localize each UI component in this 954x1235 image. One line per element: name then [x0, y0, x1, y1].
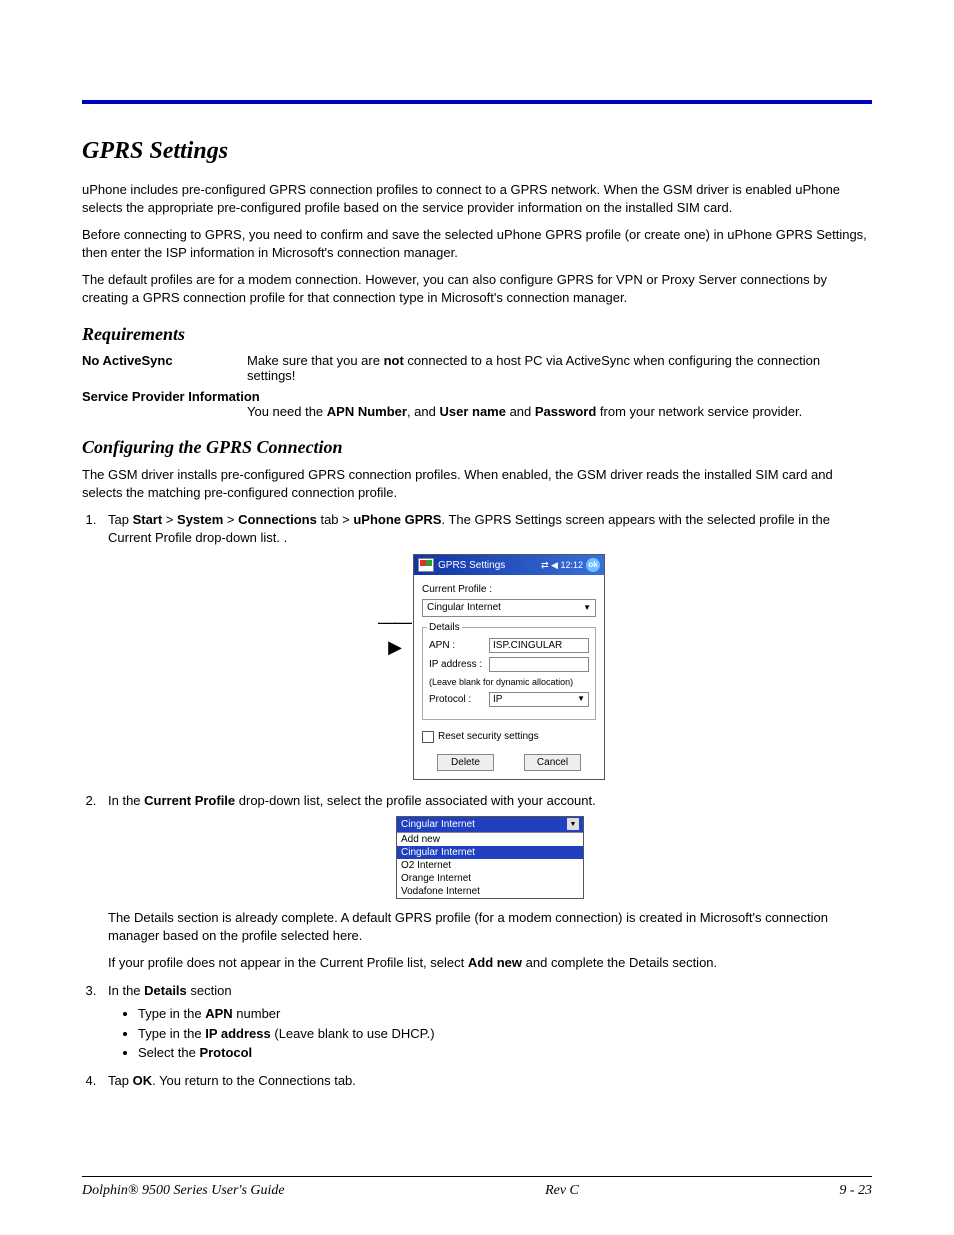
- pda-screenshot: GPRS Settings ⇄ ◀ 12:12 ok Current Profi…: [413, 554, 605, 780]
- ip-label: IP address :: [429, 658, 489, 672]
- req-body-service-provider: You need the APN Number, and User name a…: [247, 404, 872, 419]
- dropdown-option[interactable]: Add new: [397, 833, 583, 846]
- top-rule: [82, 100, 872, 104]
- dropdown-list: Add new Cingular Internet O2 Internet Or…: [397, 833, 583, 898]
- step-2: In the Current Profile drop-down list, s…: [100, 792, 872, 972]
- callout-arrow-icon: ——▶: [375, 554, 413, 659]
- heading-gprs-settings: GPRS Settings: [82, 138, 872, 165]
- figure-gprs-settings: ——▶ GPRS Settings ⇄ ◀ 12:12 ok Current P…: [108, 554, 872, 780]
- footer: Dolphin® 9500 Series User's Guide Rev C …: [82, 1183, 872, 1199]
- pda-titlebar: GPRS Settings ⇄ ◀ 12:12 ok: [414, 555, 604, 575]
- pda-status-icons: ⇄ ◀ 12:12: [541, 559, 583, 571]
- ok-button[interactable]: ok: [586, 558, 600, 572]
- heading-requirements: Requirements: [82, 324, 872, 345]
- pda-title: GPRS Settings: [438, 559, 541, 573]
- chevron-down-icon: ▼: [567, 818, 579, 830]
- cancel-button[interactable]: Cancel: [524, 754, 581, 772]
- heading-configuring: Configuring the GPRS Connection: [82, 437, 872, 458]
- current-profile-label: Current Profile :: [422, 583, 596, 597]
- requirement-no-activesync: No ActiveSync Make sure that you are not…: [82, 353, 872, 383]
- protocol-dropdown[interactable]: IP ▼: [489, 692, 589, 707]
- dropdown-option[interactable]: Vodafone Internet: [397, 885, 583, 898]
- details-fieldset: Details APN : ISP.CINGULAR IP address : …: [422, 627, 596, 720]
- req-body-no-activesync: Make sure that you are not connected to …: [247, 353, 872, 383]
- protocol-label: Protocol :: [429, 693, 489, 707]
- start-flag-icon[interactable]: [418, 558, 434, 572]
- cfg-intro: The GSM driver installs pre-configured G…: [82, 466, 872, 501]
- bullet-protocol: Select the Protocol: [138, 1044, 872, 1062]
- reset-security-row[interactable]: Reset security settings: [422, 730, 596, 744]
- reset-checkbox[interactable]: [422, 731, 434, 743]
- step-3: In the Details section Type in the APN n…: [100, 982, 872, 1062]
- step3-bullets: Type in the APN number Type in the IP ad…: [138, 1005, 872, 1062]
- dropdown-option[interactable]: O2 Internet: [397, 859, 583, 872]
- footer-right: 9 - 23: [839, 1183, 872, 1199]
- dropdown-option[interactable]: Orange Internet: [397, 872, 583, 885]
- steps-list: Tap Start > System > Connections tab > u…: [82, 511, 872, 1089]
- footer-center: Rev C: [545, 1183, 579, 1199]
- apn-label: APN :: [429, 639, 489, 653]
- requirement-service-provider: Service Provider Information You need th…: [82, 389, 872, 419]
- footer-left: Dolphin® 9500 Series User's Guide: [82, 1183, 285, 1199]
- intro-paragraph-2: Before connecting to GPRS, you need to c…: [82, 226, 872, 261]
- step-4: Tap OK. You return to the Connections ta…: [100, 1072, 872, 1090]
- page: GPRS Settings uPhone includes pre-config…: [0, 0, 954, 1235]
- bullet-apn: Type in the APN number: [138, 1005, 872, 1023]
- figure-profile-dropdown: Cingular Internet ▼ Add new Cingular Int…: [396, 816, 584, 900]
- reset-label: Reset security settings: [438, 730, 539, 744]
- step2-detail-2: If your profile does not appear in the C…: [108, 954, 872, 972]
- req-label-service-provider: Service Provider Information: [82, 389, 872, 404]
- bullet-ip: Type in the IP address (Leave blank to u…: [138, 1025, 872, 1043]
- ip-hint: (Leave blank for dynamic allocation): [429, 676, 589, 688]
- footer-rule: [82, 1176, 872, 1177]
- step-1: Tap Start > System > Connections tab > u…: [100, 511, 872, 780]
- dropdown-selected[interactable]: Cingular Internet ▼: [397, 817, 583, 834]
- step2-detail-1: The Details section is already complete.…: [108, 909, 872, 944]
- dropdown-option[interactable]: Cingular Internet: [397, 846, 583, 859]
- req-label-no-activesync: No ActiveSync: [82, 353, 247, 383]
- details-legend: Details: [427, 621, 462, 635]
- intro-paragraph-3: The default profiles are for a modem con…: [82, 271, 872, 306]
- current-profile-value: Cingular Internet: [427, 601, 501, 615]
- ip-input[interactable]: [489, 657, 589, 672]
- pda-body: Current Profile : Cingular Internet ▼ De…: [414, 575, 604, 779]
- current-profile-dropdown[interactable]: Cingular Internet ▼: [422, 599, 596, 617]
- apn-input[interactable]: ISP.CINGULAR: [489, 638, 589, 653]
- chevron-down-icon: ▼: [577, 694, 585, 705]
- delete-button[interactable]: Delete: [437, 754, 494, 772]
- chevron-down-icon: ▼: [583, 603, 591, 614]
- intro-paragraph-1: uPhone includes pre-configured GPRS conn…: [82, 181, 872, 216]
